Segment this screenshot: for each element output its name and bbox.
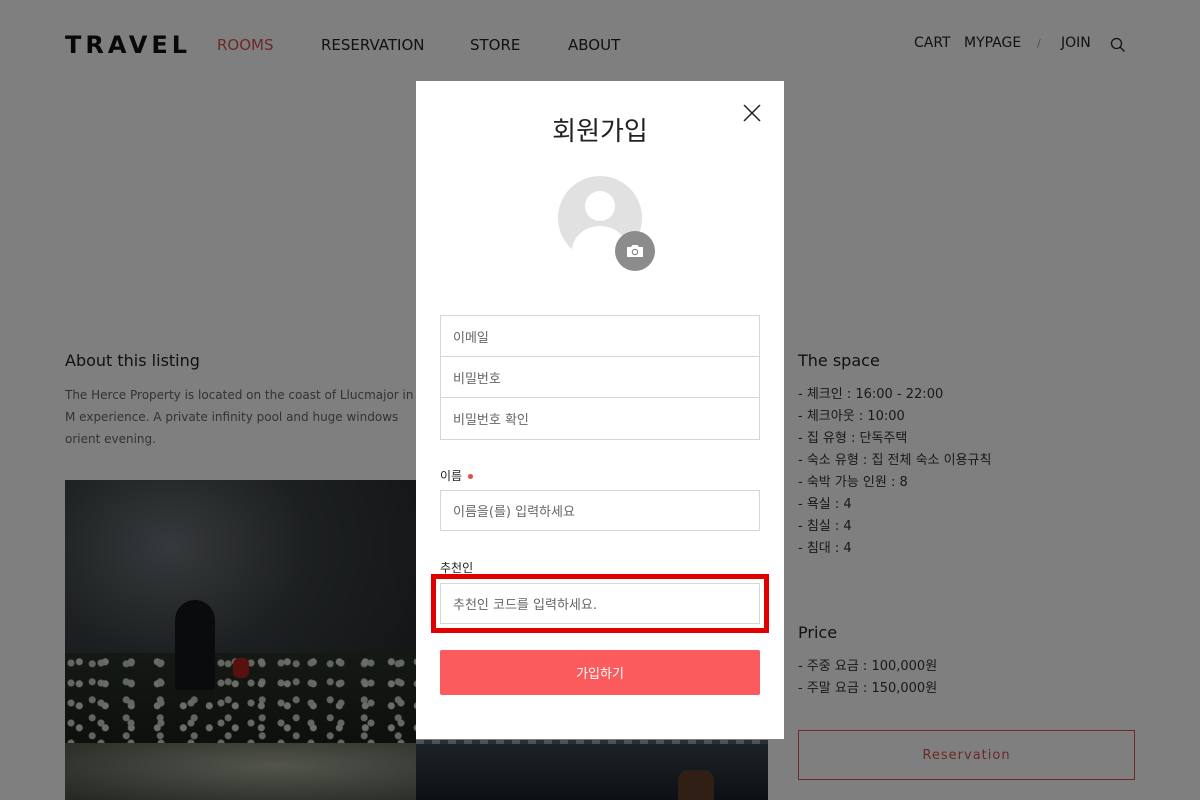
modal-title: 회원가입 xyxy=(552,117,648,147)
referrer-field[interactable]: 추천인 코드를 입력하세요. xyxy=(440,583,760,624)
password-field[interactable]: 비밀번호 xyxy=(441,357,759,398)
signup-modal: 회원가입 이메일 비밀번호 비밀번호 확인 이름 이름을(를) 입력하세요 추천… xyxy=(416,81,784,739)
camera-icon[interactable] xyxy=(615,231,655,271)
credentials-group: 이메일 비밀번호 비밀번호 확인 xyxy=(440,315,760,440)
required-indicator xyxy=(468,474,474,479)
signup-submit-button[interactable]: 가입하기 xyxy=(440,650,760,695)
email-field[interactable]: 이메일 xyxy=(441,316,759,357)
name-label-text: 이름 xyxy=(440,469,463,483)
name-label: 이름 xyxy=(440,467,474,484)
password-confirm-field[interactable]: 비밀번호 확인 xyxy=(441,398,759,439)
name-field[interactable]: 이름을(를) 입력하세요 xyxy=(440,490,760,531)
